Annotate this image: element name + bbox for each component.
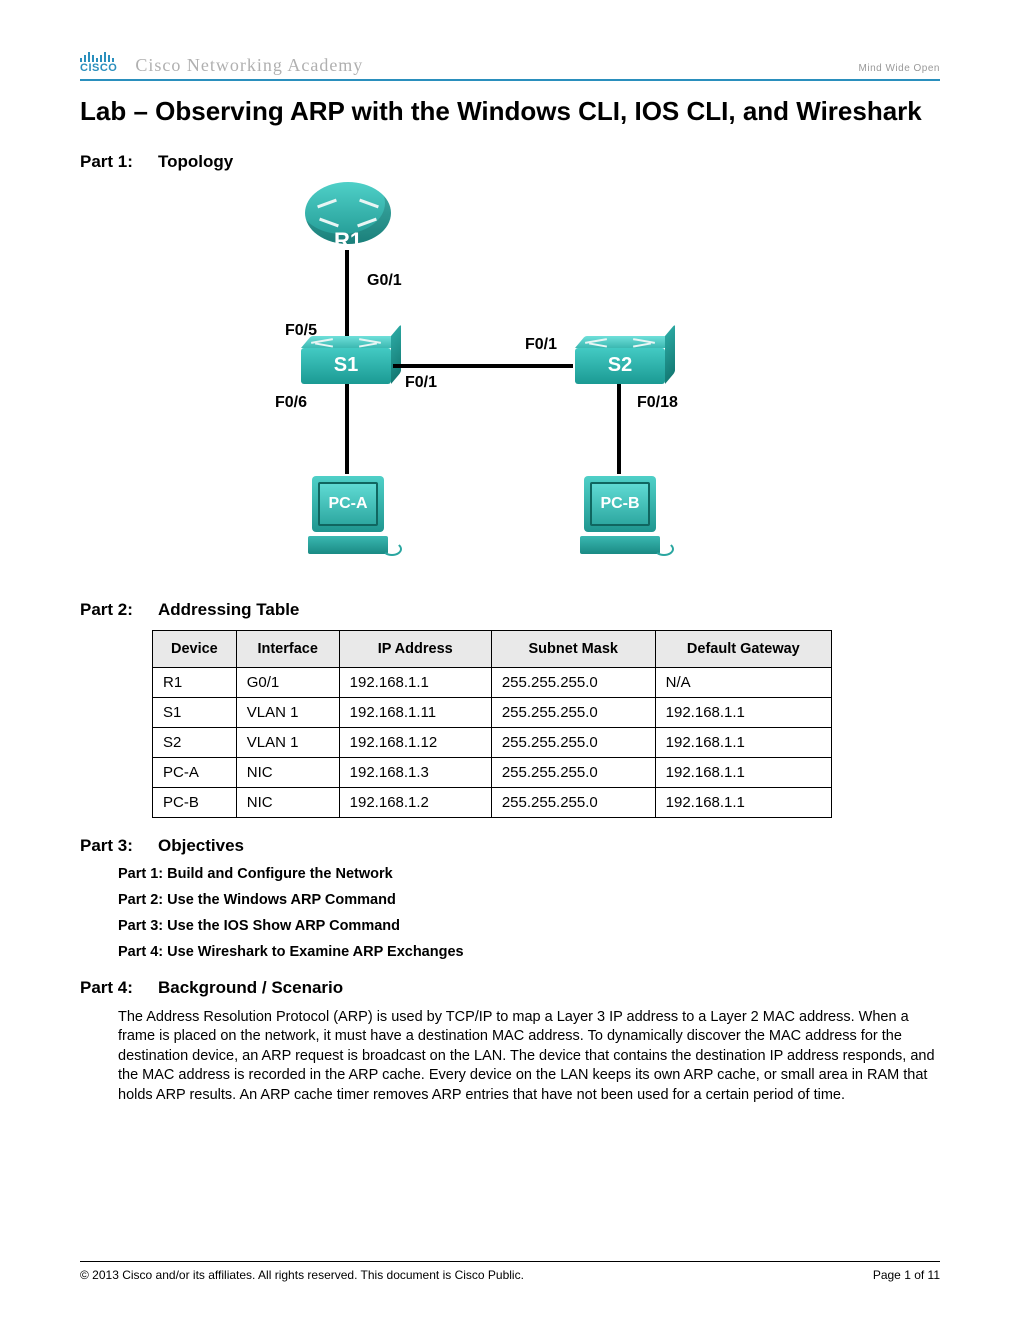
background-paragraph: The Address Resolution Protocol (ARP) is… <box>118 1008 940 1106</box>
pc-label: PC-B <box>600 495 639 513</box>
table-cell: R1 <box>153 667 237 697</box>
section-number: Part 2: <box>80 600 158 620</box>
switch-label: S1 <box>301 354 391 377</box>
table-cell: VLAN 1 <box>236 727 339 757</box>
table-cell: 255.255.255.0 <box>491 727 655 757</box>
switch-s1: S1 <box>301 348 391 384</box>
section-number: Part 3: <box>80 836 158 856</box>
table-cell: 192.168.1.1 <box>655 727 831 757</box>
table-cell: S1 <box>153 697 237 727</box>
table-row: PC-ANIC192.168.1.3255.255.255.0192.168.1… <box>153 757 832 787</box>
objective-item: Part 3: Use the IOS Show ARP Command <box>118 918 940 934</box>
page-header: CISCO Cisco Networking Academy Mind Wide… <box>80 54 940 76</box>
table-cell: 192.168.1.12 <box>339 727 491 757</box>
pc-icon: PC-A <box>312 476 384 532</box>
cisco-logo: CISCO <box>80 54 117 74</box>
table-cell: PC-B <box>153 787 237 817</box>
link-r1-s1 <box>345 250 349 338</box>
section-title: Objectives <box>158 836 244 856</box>
section-title: Background / Scenario <box>158 978 343 998</box>
pc-icon: PC-B <box>584 476 656 532</box>
table-cell: VLAN 1 <box>236 697 339 727</box>
objective-item: Part 2: Use the Windows ARP Command <box>118 892 940 908</box>
table-cell: N/A <box>655 667 831 697</box>
page-footer: © 2013 Cisco and/or its affiliates. All … <box>80 1261 940 1282</box>
port-label: F0/1 <box>405 374 437 392</box>
table-cell: PC-A <box>153 757 237 787</box>
table-cell: NIC <box>236 757 339 787</box>
table-cell: 255.255.255.0 <box>491 787 655 817</box>
table-cell: 255.255.255.0 <box>491 697 655 727</box>
logo-text: CISCO <box>80 62 117 74</box>
tagline: Mind Wide Open <box>859 63 940 74</box>
table-header-row: Device Interface IP Address Subnet Mask … <box>153 630 832 667</box>
table-row: S1VLAN 1192.168.1.11255.255.255.0192.168… <box>153 697 832 727</box>
switch-icon: S2 <box>575 348 665 384</box>
col-ip: IP Address <box>339 630 491 667</box>
port-label: G0/1 <box>367 272 402 290</box>
objectives-list: Part 1: Build and Configure the Network P… <box>118 866 940 960</box>
port-label: F0/18 <box>637 394 678 412</box>
topology-diagram: R1 G0/1 F0/5 S1 F0/1 F0/1 <box>245 182 705 582</box>
section-heading-addressing: Part 2: Addressing Table <box>80 600 940 620</box>
table-cell: 192.168.1.3 <box>339 757 491 787</box>
page: CISCO Cisco Networking Academy Mind Wide… <box>0 0 1020 1320</box>
table-cell: 192.168.1.1 <box>655 697 831 727</box>
table-row: PC-BNIC192.168.1.2255.255.255.0192.168.1… <box>153 787 832 817</box>
link-s2-pcb <box>617 384 621 474</box>
switch-s2: S2 <box>575 348 665 384</box>
section-number: Part 1: <box>80 152 158 172</box>
table-cell: NIC <box>236 787 339 817</box>
switch-icon: S1 <box>301 348 391 384</box>
section-number: Part 4: <box>80 978 158 998</box>
section-heading-topology: Part 1: Topology <box>80 152 940 172</box>
col-gateway: Default Gateway <box>655 630 831 667</box>
host-pca: PC-A <box>305 476 391 554</box>
table-row: S2VLAN 1192.168.1.12255.255.255.0192.168… <box>153 727 832 757</box>
section-heading-objectives: Part 3: Objectives <box>80 836 940 856</box>
header-divider <box>80 79 940 81</box>
copyright-text: © 2013 Cisco and/or its affiliates. All … <box>80 1268 524 1282</box>
router-r1: R1 <box>305 182 391 244</box>
page-number: Page 1 of 11 <box>873 1268 940 1282</box>
link-s1-s2 <box>393 364 573 368</box>
objective-item: Part 4: Use Wireshark to Examine ARP Exc… <box>118 944 940 960</box>
table-cell: 255.255.255.0 <box>491 757 655 787</box>
table-cell: 192.168.1.11 <box>339 697 491 727</box>
addressing-table: Device Interface IP Address Subnet Mask … <box>152 630 832 818</box>
table-cell: 192.168.1.2 <box>339 787 491 817</box>
section-title: Addressing Table <box>158 600 299 620</box>
academy-title: Cisco Networking Academy <box>135 55 840 76</box>
table-cell: G0/1 <box>236 667 339 697</box>
table-cell: 192.168.1.1 <box>339 667 491 697</box>
table-cell: 255.255.255.0 <box>491 667 655 697</box>
table-cell: 192.168.1.1 <box>655 787 831 817</box>
table-cell: S2 <box>153 727 237 757</box>
pc-label: PC-A <box>328 495 367 513</box>
col-interface: Interface <box>236 630 339 667</box>
col-device: Device <box>153 630 237 667</box>
host-pcb: PC-B <box>577 476 663 554</box>
switch-label: S2 <box>575 354 665 377</box>
section-title: Topology <box>158 152 233 172</box>
document-title: Lab – Observing ARP with the Windows CLI… <box>80 95 940 128</box>
objective-item: Part 1: Build and Configure the Network <box>118 866 940 882</box>
link-s1-pca <box>345 384 349 474</box>
section-heading-background: Part 4: Background / Scenario <box>80 978 940 998</box>
port-label: F0/1 <box>525 336 557 354</box>
port-label: F0/6 <box>275 394 307 412</box>
table-cell: 192.168.1.1 <box>655 757 831 787</box>
col-mask: Subnet Mask <box>491 630 655 667</box>
table-row: R1G0/1192.168.1.1255.255.255.0N/A <box>153 667 832 697</box>
